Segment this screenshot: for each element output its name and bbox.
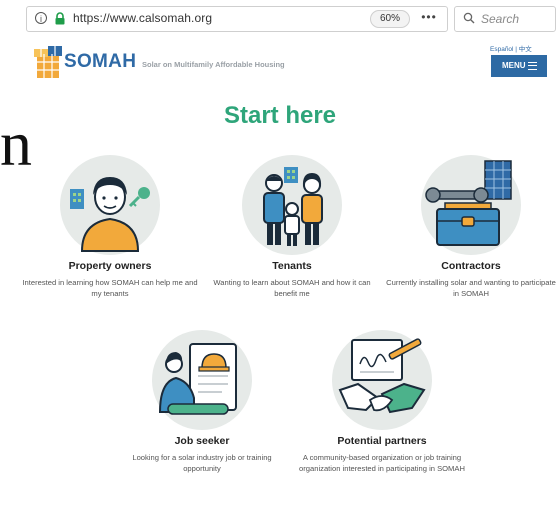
menu-button[interactable]: MENU [491, 55, 547, 77]
card-title: Tenants [272, 260, 312, 272]
browser-search-box[interactable]: Search [454, 6, 556, 32]
card-title: Potential partners [337, 435, 427, 447]
card-description: Wanting to learn about SOMAH and how it … [213, 278, 371, 298]
card-description: A community-based organization or job tr… [299, 453, 465, 473]
card-contractors[interactable]: Contractors Currently installing solar a… [386, 153, 556, 299]
card-description: Currently installing solar and wanting t… [386, 278, 556, 298]
page-heading: Start here [223, 102, 337, 129]
card-potential-partners[interactable]: Potential partners A community-based org… [296, 328, 468, 474]
property-owner-illustration [60, 155, 160, 255]
somah-logo-icon[interactable] [34, 46, 62, 80]
potential-partners-illustration [332, 330, 432, 430]
card-description: Interested in learning how SOMAH can hel… [22, 278, 198, 298]
page-actions-icon[interactable]: ••• [417, 9, 441, 27]
language-switcher[interactable]: Español | 中文 [490, 43, 532, 53]
card-property-owners[interactable]: Property owners Interested in learning h… [22, 153, 198, 299]
search-placeholder: Search [481, 12, 520, 26]
url-text[interactable]: https://www.calsomah.org [73, 11, 212, 25]
job-seeker-illustration [152, 330, 252, 430]
lock-icon [55, 12, 65, 25]
card-title: Property owners [68, 260, 152, 272]
card-tenants[interactable]: Tenants Wanting to learn about SOMAH and… [204, 153, 380, 299]
menu-label: MENU [502, 61, 526, 70]
info-icon[interactable]: i [35, 12, 47, 24]
brand-name[interactable]: SOMAH [64, 51, 136, 73]
card-job-seeker[interactable]: Job seeker Looking for a solar industry … [116, 328, 288, 474]
brand-tagline: Solar on Multifamily Affordable Housing [142, 60, 285, 69]
hamburger-icon [528, 62, 537, 70]
address-bar[interactable]: i https://www.calsomah.org 60% ••• [26, 6, 448, 32]
browser-toolbar: i https://www.calsomah.org 60% ••• Searc… [26, 6, 556, 32]
search-icon [463, 12, 475, 24]
tenants-illustration [242, 155, 342, 255]
zoom-level-badge[interactable]: 60% [370, 10, 410, 28]
card-title: Job seeker [174, 435, 230, 447]
contractors-illustration [421, 155, 521, 255]
card-title: Contractors [441, 260, 501, 272]
card-description: Looking for a solar industry job or trai… [132, 453, 272, 473]
